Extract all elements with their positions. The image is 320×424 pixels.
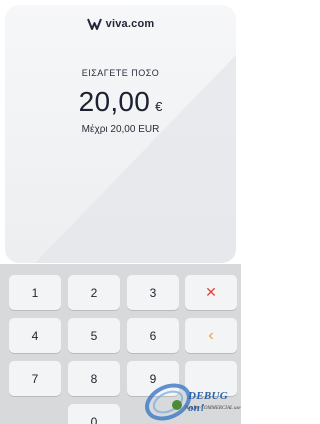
amount-prompt: ΕΙΣΑΓΕΤΕ ΠΟΣΟ — [81, 68, 160, 78]
payment-screen: viva.com ΕΙΣΑΓΕΤΕ ΠΟΣΟ 20,00 € Μέχρι 20,… — [0, 0, 241, 424]
amount-card: viva.com ΕΙΣΑΓΕΤΕ ΠΟΣΟ 20,00 € Μέχρι 20,… — [5, 5, 236, 263]
amount-display: 20,00 € — [5, 86, 236, 118]
watermark-subtitle: Not for COMMERCIAL use — [185, 406, 241, 411]
brand-name: viva.com — [105, 18, 155, 30]
key-3[interactable]: 3 — [127, 275, 179, 310]
key-8[interactable]: 8 — [68, 361, 120, 396]
key-0[interactable]: 0 — [68, 404, 120, 424]
amount-value: 20,00 — [78, 86, 151, 117]
viva-logo-icon — [86, 18, 102, 30]
key-5[interactable]: 5 — [68, 318, 120, 353]
key-2[interactable]: 2 — [68, 275, 120, 310]
brand: viva.com — [5, 18, 236, 30]
key-6[interactable]: 6 — [127, 318, 179, 353]
backspace-icon[interactable]: ‹ — [185, 318, 237, 353]
key-4[interactable]: 4 — [9, 318, 61, 353]
key-7[interactable]: 7 — [9, 361, 61, 396]
currency-symbol: € — [155, 99, 163, 114]
key-1[interactable]: 1 — [9, 275, 61, 310]
debug-watermark: DEBUG on! Not for COMMERCIAL use — [140, 378, 241, 424]
amount-limit: Μέχρι 20,00 EUR — [81, 124, 160, 135]
clear-icon[interactable]: ✕ — [185, 275, 237, 310]
